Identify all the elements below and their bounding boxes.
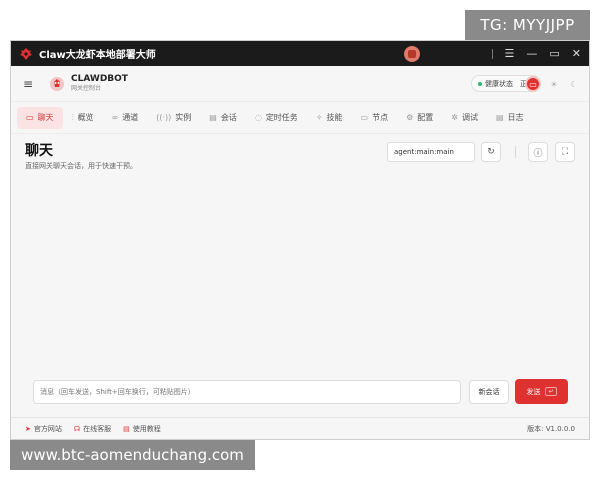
info-icon: ⓘ bbox=[533, 148, 543, 159]
hamburger-menu-icon[interactable]: ≡ bbox=[23, 77, 35, 91]
tab-label: 节点 bbox=[372, 113, 389, 122]
footer-link-label: 使用教程 bbox=[132, 424, 161, 433]
info-button[interactable]: ⓘ bbox=[528, 142, 548, 162]
tab-logs[interactable]: ▤ 日志 bbox=[487, 107, 533, 129]
tab-sessions[interactable]: ▤ 会话 bbox=[200, 107, 246, 129]
new-session-button[interactable]: 新会话 bbox=[469, 380, 509, 404]
chat-thread bbox=[11, 172, 589, 372]
send-button[interactable]: 发送 ↵ bbox=[515, 379, 568, 404]
page-subtitle: 直接网关聊天会话，用于快速干预。 bbox=[25, 162, 137, 170]
brand-name: CLAWDBOT bbox=[71, 74, 128, 84]
tab-nodes[interactable]: ▭ 节点 bbox=[352, 107, 398, 129]
clock-icon: ◌ bbox=[254, 113, 262, 122]
log-icon: ▤ bbox=[495, 113, 504, 122]
tab-overview[interactable]: ⫶ 概览 bbox=[63, 107, 103, 129]
close-icon[interactable]: ✕ bbox=[572, 47, 581, 60]
message-input[interactable]: 消息（回车发送，Shift+回车换行，可粘贴图片） bbox=[33, 380, 461, 404]
brand-subtitle: 网关控制台 bbox=[71, 85, 102, 92]
book-icon: ▤ bbox=[123, 424, 130, 433]
system-theme-icon[interactable]: ▭ bbox=[525, 76, 541, 92]
lobster-logo-icon bbox=[20, 47, 32, 60]
status-label: 健康状态 bbox=[485, 79, 513, 88]
tab-channels[interactable]: ∞ 通道 bbox=[103, 107, 148, 129]
broadcast-icon: ((·)) bbox=[156, 113, 172, 122]
send-label: 发送 bbox=[526, 387, 541, 396]
tab-label: 概览 bbox=[77, 113, 94, 122]
tg-overlay-badge: TG: MYYJJPP bbox=[465, 10, 590, 40]
maximize-icon[interactable]: ▭ bbox=[549, 47, 559, 60]
page-header: 聊天 直接网关聊天会话，用于快速干预。 agent:main:main ↻ ⓘ … bbox=[11, 134, 589, 172]
window-title: Claw大龙虾本地部署大师 bbox=[39, 50, 156, 61]
tab-label: 通道 bbox=[122, 113, 139, 122]
light-theme-icon[interactable]: ☀ bbox=[547, 77, 561, 91]
footer-link-label: 官方网站 bbox=[33, 424, 62, 433]
app-header: ≡ CLAWDBOT 网关控制台 健康状态 正常 ▭ ☀ ☾ bbox=[11, 66, 589, 102]
tab-label: 配置 bbox=[417, 113, 434, 122]
refresh-icon: ↻ bbox=[487, 147, 495, 157]
focus-icon: ⛶ bbox=[561, 147, 569, 157]
brand-logo-icon bbox=[50, 76, 64, 91]
status-dot-icon bbox=[478, 81, 482, 86]
watermark-url: www.btc-aomenduchang.com bbox=[10, 440, 255, 470]
chat-icon: ▭ bbox=[26, 113, 34, 122]
toolbar-divider bbox=[515, 146, 516, 158]
app-status-icon[interactable] bbox=[404, 46, 420, 62]
theme-switcher: ▭ ☀ ☾ bbox=[525, 74, 581, 94]
tab-skills[interactable]: ✧ 技能 bbox=[307, 107, 352, 129]
minimize-icon[interactable]: — bbox=[526, 47, 537, 60]
tab-debug[interactable]: ✲ 调试 bbox=[442, 107, 487, 129]
version-label: 版本: V1.0.0.0 bbox=[527, 424, 575, 433]
app-window: Claw大龙虾本地部署大师 ☰ — ▭ ✕ ≡ CLAWDBOT 网关控制台 健… bbox=[10, 40, 590, 440]
footer-link-label: 在线客服 bbox=[83, 424, 112, 433]
tab-config[interactable]: ⚙ 配置 bbox=[397, 107, 442, 129]
gear-icon: ⚙ bbox=[406, 113, 414, 122]
enter-key-icon: ↵ bbox=[545, 387, 557, 396]
bug-icon: ✲ bbox=[451, 113, 458, 122]
page-title: 聊天 bbox=[25, 143, 53, 159]
tab-label: 定时任务 bbox=[265, 113, 298, 122]
composer: 消息（回车发送，Shift+回车换行，可粘贴图片） 新会话 发送 ↵ bbox=[33, 379, 575, 406]
focus-mode-button[interactable]: ⛶ bbox=[555, 142, 575, 162]
official-site-link[interactable]: ➤ 官方网站 bbox=[25, 424, 62, 434]
document-icon: ▤ bbox=[209, 113, 217, 122]
monitor-icon: ▭ bbox=[360, 113, 369, 122]
headset-icon: ☊ bbox=[73, 424, 81, 433]
dark-theme-icon[interactable]: ☾ bbox=[567, 77, 581, 91]
tab-instances[interactable]: ((·)) 实例 bbox=[147, 107, 200, 129]
titlebar-divider bbox=[491, 48, 493, 59]
online-support-link[interactable]: ☊ 在线客服 bbox=[74, 424, 111, 434]
spark-icon: ✧ bbox=[315, 113, 323, 122]
tab-label: 聊天 bbox=[37, 113, 54, 122]
brand-block: CLAWDBOT 网关控制台 bbox=[71, 75, 128, 92]
tutorial-link[interactable]: ▤ 使用教程 bbox=[123, 424, 161, 434]
nav-tabs: ▭ 聊天 ⫶ 概览 ∞ 通道 ((·)) 实例 ▤ 会话 ◌ 定时任务 ✧ 技能 ▭ 节点 ⚙ 配… bbox=[11, 102, 589, 134]
refresh-button[interactable]: ↻ bbox=[481, 142, 501, 162]
app-footer: ➤ 官方网站 ☊ 在线客服 ▤ 使用教程 版本: V1.0.0.0 bbox=[11, 417, 589, 439]
window-controls: ☰ — ▭ ✕ bbox=[491, 41, 581, 66]
tab-label: 技能 bbox=[326, 113, 343, 122]
menu-icon[interactable]: ☰ bbox=[505, 47, 515, 60]
rocket-icon: ➤ bbox=[25, 424, 31, 433]
link-icon: ∞ bbox=[111, 113, 119, 122]
tab-chat[interactable]: ▭ 聊天 bbox=[17, 106, 63, 129]
tab-label: 调试 bbox=[461, 113, 478, 122]
tab-label: 会话 bbox=[220, 113, 237, 122]
title-bar: Claw大龙虾本地部署大师 ☰ — ▭ ✕ bbox=[11, 41, 589, 66]
tab-label: 实例 bbox=[175, 113, 192, 122]
bar-chart-icon: ⫶ bbox=[71, 112, 74, 122]
tab-cron-jobs[interactable]: ◌ 定时任务 bbox=[246, 107, 307, 129]
tab-label: 日志 bbox=[507, 113, 524, 122]
session-key-input[interactable]: agent:main:main bbox=[387, 142, 475, 162]
